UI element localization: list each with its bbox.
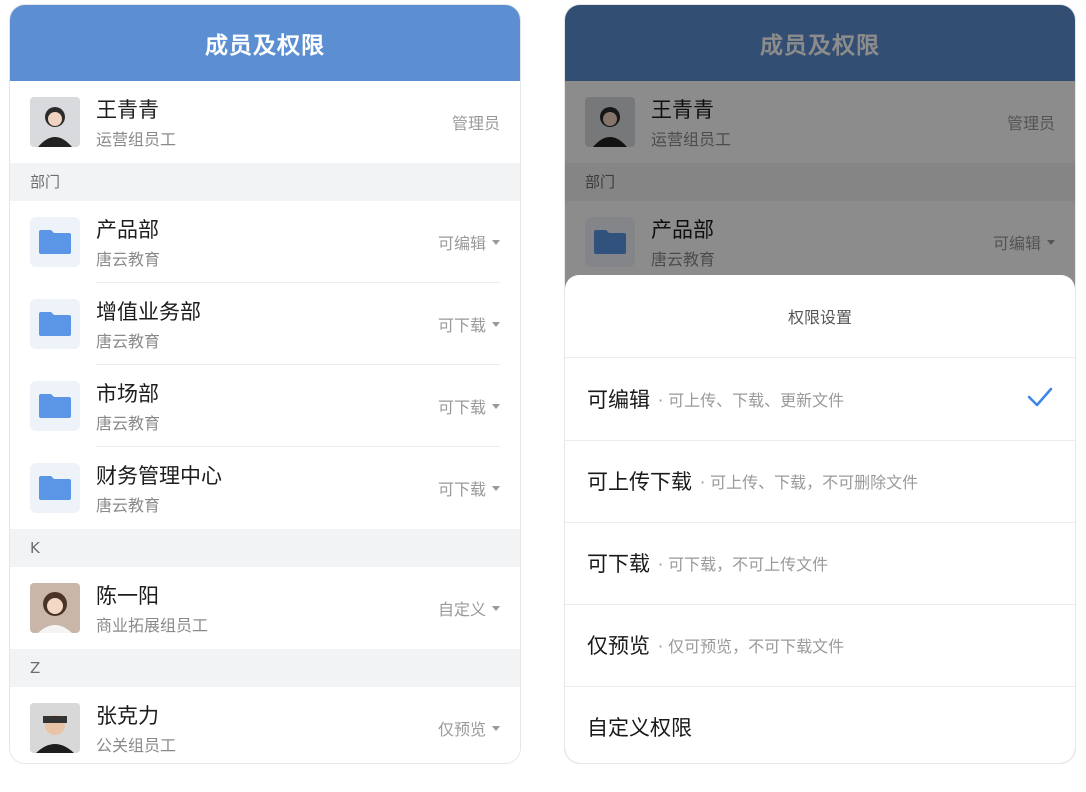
page-title: 成员及权限	[10, 5, 520, 81]
list-item[interactable]: 产品部 唐云教育 可编辑	[10, 201, 520, 283]
members-permissions-screen: 成员及权限 王青青 运营组员工 管理员 部门 产品部 唐云教育 可编辑 增值业务…	[9, 4, 521, 764]
folder-icon	[30, 299, 80, 349]
option-desc: · 可上传、下载，不可删除文件	[700, 473, 919, 492]
avatar	[30, 97, 80, 147]
permission-dropdown[interactable]: 可下载	[438, 365, 500, 447]
role-label: 管理员	[451, 114, 500, 133]
folder-icon	[30, 381, 80, 431]
dept-name: 财务管理中心	[96, 464, 222, 488]
member-name: 王青青	[96, 98, 159, 122]
section-header-dept: 部门	[10, 163, 520, 201]
list-item[interactable]: 市场部 唐云教育 可下载	[10, 365, 520, 447]
chevron-down-icon	[492, 485, 500, 491]
dept-org: 唐云教育	[96, 496, 161, 515]
option-preview[interactable]: 仅预览 · 仅可预览，不可下载文件	[565, 604, 1075, 687]
list-item[interactable]: 财务管理中心 唐云教育 可下载	[10, 447, 520, 529]
option-desc: · 可上传、下载、更新文件	[658, 391, 845, 410]
avatar	[30, 583, 80, 633]
option-name: 自定义权限	[587, 716, 692, 740]
list-item[interactable]: 张克力 公关组员工 仅预览	[10, 687, 520, 763]
option-edit[interactable]: 可编辑 · 可上传、下载、更新文件	[565, 358, 1075, 441]
option-download[interactable]: 可下载 · 可下载，不可上传文件	[565, 522, 1075, 605]
option-name: 可上传下载	[587, 470, 692, 494]
list-item[interactable]: 增值业务部 唐云教育 可下载	[10, 283, 520, 365]
option-name: 可编辑	[587, 388, 650, 412]
dept-org: 唐云教育	[96, 250, 161, 269]
permission-settings-screen: 成员及权限 王青青 运营组员工 管理员 部门 产品部 唐云教育 可编辑 权限设置…	[564, 4, 1076, 764]
dept-name: 产品部	[96, 218, 159, 242]
avatar	[30, 703, 80, 753]
admin-row[interactable]: 王青青 运营组员工 管理员	[10, 81, 520, 163]
folder-icon	[30, 463, 80, 513]
member-name: 张克力	[96, 704, 159, 728]
dept-org: 唐云教育	[96, 332, 161, 351]
chevron-down-icon	[492, 321, 500, 327]
sheet-title: 权限设置	[565, 275, 1075, 358]
chevron-down-icon	[492, 403, 500, 409]
permission-dropdown[interactable]: 可下载	[438, 447, 500, 529]
list-item[interactable]: 陈一阳 商业拓展组员工 自定义	[10, 567, 520, 649]
dept-name: 增值业务部	[96, 300, 201, 324]
permission-sheet: 权限设置 可编辑 · 可上传、下载、更新文件 可上传下载 · 可上传、下载，不可…	[565, 275, 1075, 763]
permission-dropdown[interactable]: 可下载	[438, 283, 500, 365]
member-subtitle: 商业拓展组员工	[96, 616, 209, 635]
checkmark-icon	[1027, 387, 1053, 407]
section-header-z: Z	[10, 649, 520, 687]
member-subtitle: 运营组员工	[96, 130, 177, 149]
chevron-down-icon	[492, 239, 500, 245]
permission-dropdown[interactable]: 自定义	[438, 567, 500, 649]
folder-icon	[30, 217, 80, 267]
chevron-down-icon	[492, 725, 500, 731]
option-desc: · 可下载，不可上传文件	[658, 555, 829, 574]
option-upload-download[interactable]: 可上传下载 · 可上传、下载，不可删除文件	[565, 440, 1075, 523]
member-subtitle: 公关组员工	[96, 736, 177, 755]
option-custom[interactable]: 自定义权限	[565, 686, 1075, 763]
chevron-down-icon	[492, 605, 500, 611]
dept-org: 唐云教育	[96, 414, 161, 433]
permission-dropdown[interactable]: 仅预览	[438, 687, 500, 763]
option-name: 仅预览	[587, 634, 650, 658]
option-desc: · 仅可预览，不可下载文件	[658, 637, 845, 656]
permission-dropdown[interactable]: 可编辑	[438, 201, 500, 283]
option-name: 可下载	[587, 552, 650, 576]
section-header-k: K	[10, 529, 520, 567]
member-name: 陈一阳	[96, 584, 159, 608]
dept-name: 市场部	[96, 382, 159, 406]
